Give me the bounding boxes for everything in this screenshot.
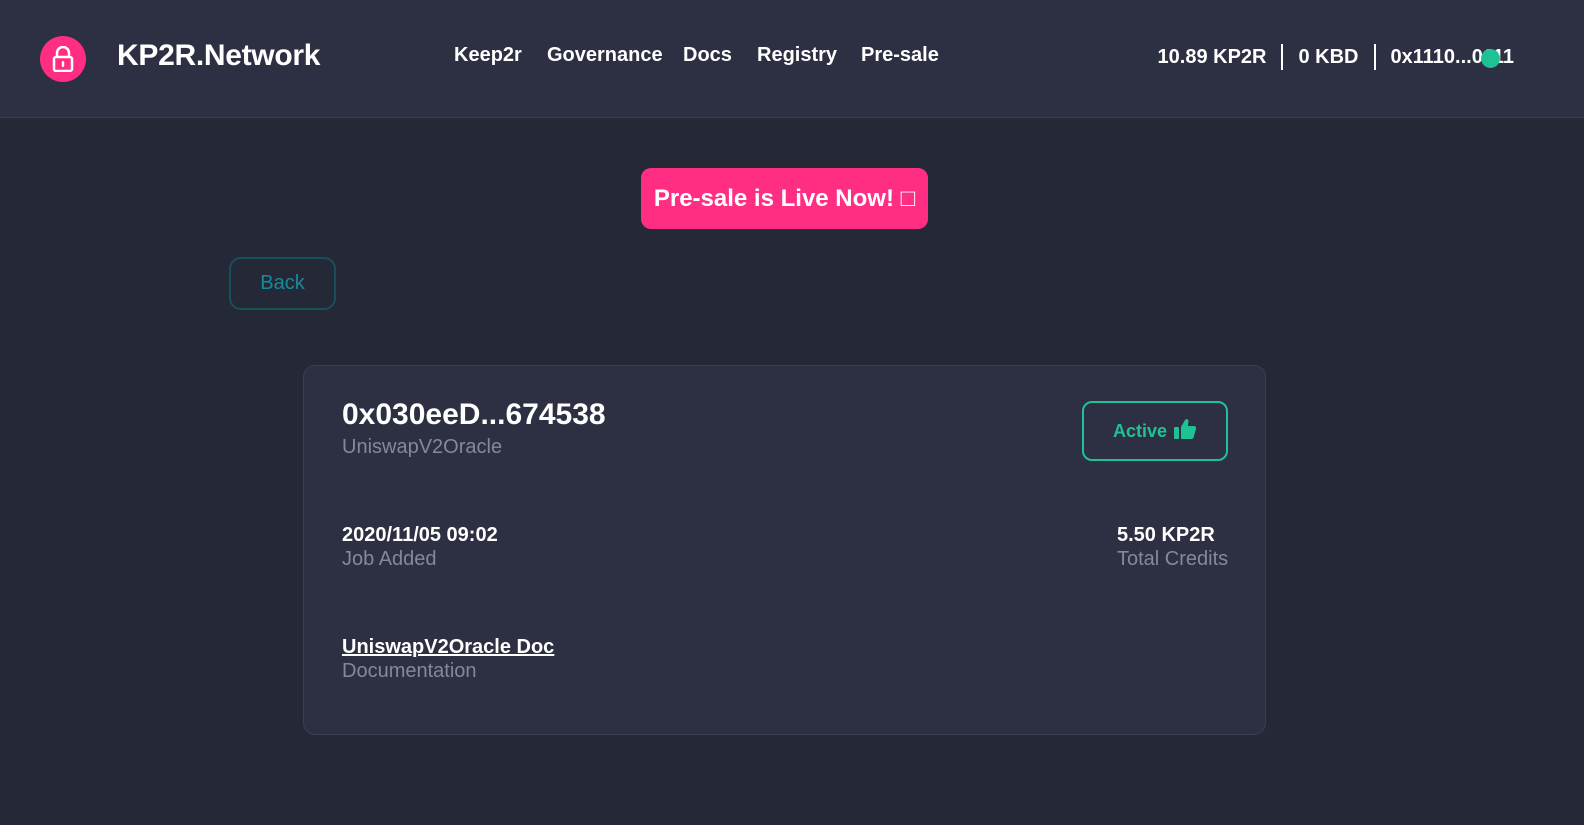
job-added-label: Job Added xyxy=(342,548,437,570)
thumbs-up-icon xyxy=(1173,418,1197,445)
nav-item-registry[interactable]: Registry xyxy=(757,44,837,67)
connected-dot-icon xyxy=(1481,49,1500,68)
documentation-label: Documentation xyxy=(342,660,477,682)
doc-link-wrapper: UniswapV2Oracle Doc xyxy=(342,636,554,659)
job-status-button[interactable]: Active xyxy=(1082,401,1228,461)
nav-item-presale[interactable]: Pre-sale xyxy=(861,44,939,67)
documentation-link[interactable]: UniswapV2Oracle Doc xyxy=(342,636,554,658)
kp2r-balance: 10.89 KP2R xyxy=(1157,45,1267,68)
lock-icon[interactable] xyxy=(40,36,86,82)
nav-item-keep2r[interactable]: Keep2r xyxy=(454,44,522,67)
nav-item-governance[interactable]: Governance xyxy=(547,44,663,67)
back-button[interactable]: Back xyxy=(229,257,336,310)
divider xyxy=(1373,44,1376,70)
job-added-date: 2020/11/05 09:02 xyxy=(342,524,498,546)
total-credits-value: 5.50 KP2R xyxy=(1117,524,1215,546)
nav-item-docs[interactable]: Docs xyxy=(683,44,732,67)
account-info: 10.89 KP2R 0 KBD 0x1110...0111 xyxy=(1158,44,1514,70)
job-details-card: 0x030eeD...674538 UniswapV2Oracle Active… xyxy=(303,365,1266,735)
presale-live-button[interactable]: Pre-sale is Live Now! □ xyxy=(641,168,928,229)
divider xyxy=(1281,44,1284,70)
job-name: UniswapV2Oracle xyxy=(342,436,503,458)
top-nav-bar: KP2R.Network Keep2r Governance Docs Regi… xyxy=(0,0,1584,118)
brand-name[interactable]: KP2R.Network xyxy=(117,39,320,73)
job-address: 0x030eeD...674538 xyxy=(342,398,606,431)
job-status-label: Active xyxy=(1112,420,1168,441)
total-credits-label: Total Credits xyxy=(1117,548,1229,570)
kbd-balance: 0 KBD xyxy=(1298,45,1359,68)
